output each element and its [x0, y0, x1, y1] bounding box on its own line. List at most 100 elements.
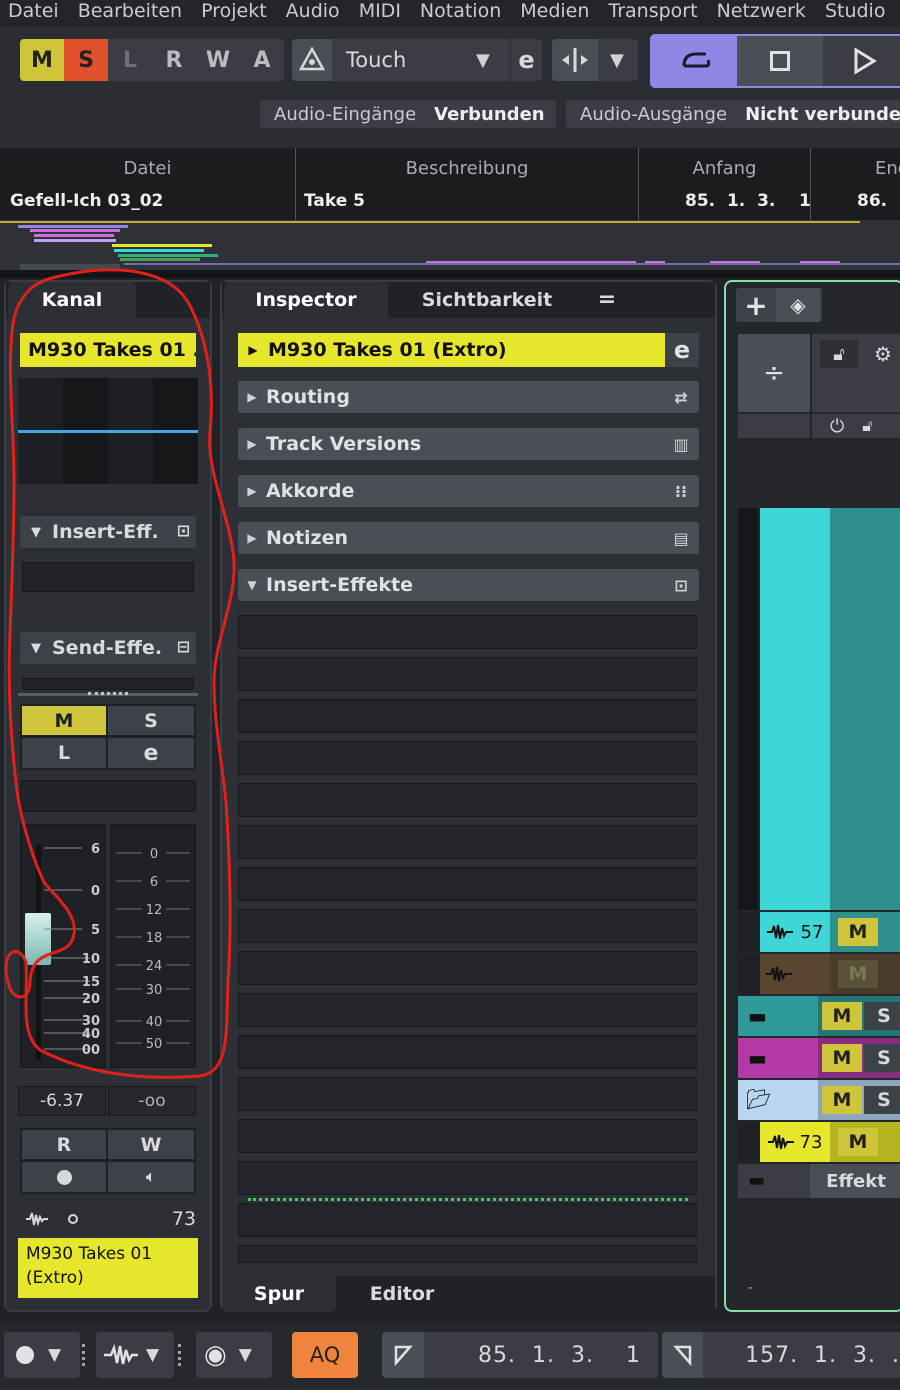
channel-panner[interactable] — [20, 780, 196, 812]
metronome-selector[interactable]: ◉ ▼ — [196, 1332, 272, 1378]
global-read-button[interactable]: R — [152, 39, 196, 81]
folder-blue-mute[interactable]: M — [822, 1086, 862, 1114]
send-slot[interactable] — [22, 678, 194, 690]
menu-transport[interactable]: Transport — [600, 0, 708, 26]
insert-slot[interactable] — [238, 909, 697, 943]
inspector-section-akkorde[interactable]: ▶ Akkorde ⁝⁝ — [238, 475, 699, 507]
edit-icon[interactable]: e — [510, 39, 542, 81]
folder-magenta-mute[interactable]: M — [822, 1044, 862, 1072]
insert-slot[interactable] — [238, 1119, 697, 1153]
tab-editor[interactable]: Editor — [340, 1276, 464, 1312]
global-listen-button[interactable]: L — [108, 39, 152, 81]
insert-slot[interactable] — [238, 615, 697, 649]
insert-slot[interactable] — [238, 741, 697, 775]
insert-slot[interactable] — [238, 1035, 697, 1069]
insert-bypass-icon[interactable]: ⊡ — [177, 521, 190, 540]
inspector-section-insert-effekte[interactable]: ▼ Insert-Effekte ⊡ — [238, 569, 699, 601]
info-value-beschreibung[interactable]: Take 5 — [304, 191, 365, 211]
insert-slot[interactable] — [238, 951, 697, 985]
insert-slot[interactable] — [238, 1203, 697, 1237]
tab-kanal[interactable]: Kanal — [8, 282, 136, 318]
insert-slot[interactable] — [238, 1077, 697, 1111]
edit-icon[interactable]: e — [665, 333, 699, 367]
insert-slot[interactable] — [238, 993, 697, 1027]
tab-sichtbarkeit[interactable]: Sichtbarkeit — [394, 282, 580, 318]
insert-slot[interactable] — [238, 657, 697, 691]
channel-name[interactable]: M930 Takes 01 . — [20, 333, 196, 367]
waveform-mode-selector[interactable]: ▼ — [96, 1332, 174, 1378]
menu-studio[interactable]: Studio — [817, 0, 897, 26]
inspector-track-title[interactable]: ▶ M930 Takes 01 (Extro) e — [238, 333, 699, 367]
left-locator[interactable]: 85. 1. 3. 1 — [382, 1332, 658, 1378]
peak-value[interactable]: -oo — [108, 1086, 196, 1116]
track-57-mute[interactable]: M — [838, 918, 878, 946]
insert-slot[interactable] — [22, 562, 194, 592]
send-bypass-icon[interactable]: ⊟ — [177, 637, 190, 656]
add-track-button[interactable]: + — [736, 288, 776, 322]
audio-outputs-status[interactable]: Audio-Ausgänge Nicht verbunden — [566, 100, 900, 128]
tab-spur[interactable]: Spur — [222, 1276, 336, 1312]
insert-bypass-icon[interactable]: ⊡ — [669, 573, 693, 597]
insert-slot[interactable] — [238, 867, 697, 901]
stop-button[interactable] — [737, 36, 823, 86]
menu-datei[interactable]: Datei — [0, 0, 70, 26]
folder-teal-solo[interactable]: S — [864, 1002, 900, 1030]
menu-audio[interactable]: Audio — [278, 0, 351, 26]
snap-selector[interactable]: ▼ — [552, 39, 638, 81]
channel-read-button[interactable]: R — [22, 1130, 106, 1159]
track-mute-muted[interactable]: M — [838, 960, 878, 988]
track-73-mute[interactable]: M — [838, 1128, 878, 1156]
project-overview[interactable] — [0, 220, 900, 270]
audio-inputs-status[interactable]: Audio-Eingänge Verbunden — [260, 100, 556, 128]
menu-bearbeiten[interactable]: Bearbeiten — [70, 0, 193, 26]
track-row-73[interactable]: 73 M — [738, 1122, 900, 1162]
lock-icon[interactable]: 🔓︎ — [862, 416, 872, 436]
right-locator[interactable]: 157. 1. 3. . — [662, 1332, 900, 1378]
insert-slot[interactable] — [238, 783, 697, 817]
effect-folder-track[interactable]: ▬ Effekt — [738, 1164, 900, 1198]
post-fader-divider[interactable] — [248, 1198, 688, 1201]
insert-slot[interactable] — [238, 1245, 697, 1263]
info-value-end[interactable]: 86. 1 — [857, 191, 900, 211]
track-name-box[interactable]: M930 Takes 01 (Extro) — [18, 1238, 198, 1298]
menu-projekt[interactable]: Projekt — [193, 0, 278, 26]
record-mode-selector[interactable]: ▼ — [4, 1332, 80, 1378]
insert-slot[interactable] — [238, 825, 697, 859]
global-automation-button[interactable]: A — [240, 39, 284, 81]
channel-solo-button[interactable]: S — [108, 706, 194, 735]
inspector-section-notizen[interactable]: ▶ Notizen ▤ — [238, 522, 699, 554]
menu-medien[interactable]: Medien — [512, 0, 600, 26]
folder-blue-solo[interactable]: S — [864, 1086, 900, 1114]
gear-icon[interactable]: ⚙︎ — [868, 340, 898, 368]
insert-slot[interactable] — [238, 1161, 697, 1195]
info-value-datei[interactable]: Gefell-Ich 03_02 — [10, 191, 163, 211]
channel-write-button[interactable]: W — [108, 1130, 194, 1159]
inspector-section-track-versions[interactable]: ▶ Track Versions ▥ — [238, 428, 699, 460]
global-mute-button[interactable]: M — [20, 39, 64, 81]
kanal-insert-section[interactable]: ▼ Insert-Eff. ⊡ — [20, 516, 196, 548]
insert-slot[interactable] — [238, 699, 697, 733]
selected-track-header[interactable] — [760, 508, 830, 910]
cycle-button[interactable] — [652, 36, 738, 86]
record-enable-button[interactable] — [22, 1162, 106, 1192]
folder-track-teal[interactable]: ▬ M S — [738, 996, 900, 1036]
folder-teal-mute[interactable]: M — [822, 1002, 862, 1030]
monitor-button[interactable]: 🔈︎ — [108, 1162, 194, 1192]
automation-mode-selector[interactable]: Touch ▼ e — [292, 39, 542, 81]
power-icon[interactable]: ⏻ — [830, 416, 844, 437]
track-row-waveform[interactable]: M — [738, 954, 900, 994]
folder-magenta-solo[interactable]: S — [864, 1044, 900, 1072]
global-solo-button[interactable]: S — [64, 39, 108, 81]
lock-icon[interactable]: 🔓︎ — [820, 340, 858, 368]
track-presets-icon[interactable]: ◈ — [776, 288, 820, 322]
kanal-send-section[interactable]: ▼ Send-Effe. ⊟ — [20, 632, 196, 664]
folder-track-magenta[interactable]: ▬ M S — [738, 1038, 900, 1078]
menu-netzwerk[interactable]: Netzwerk — [709, 0, 817, 26]
global-write-button[interactable]: W — [196, 39, 240, 81]
menu-notation[interactable]: Notation — [412, 0, 512, 26]
ruler-track-icon[interactable]: ÷ — [738, 334, 810, 412]
menu-midi[interactable]: MIDI — [351, 0, 412, 26]
inspector-section-routing[interactable]: ▶ Routing ⇄ — [238, 381, 699, 413]
tab-inspector[interactable]: Inspector — [224, 282, 388, 318]
channel-mute-button[interactable]: M — [22, 706, 106, 735]
